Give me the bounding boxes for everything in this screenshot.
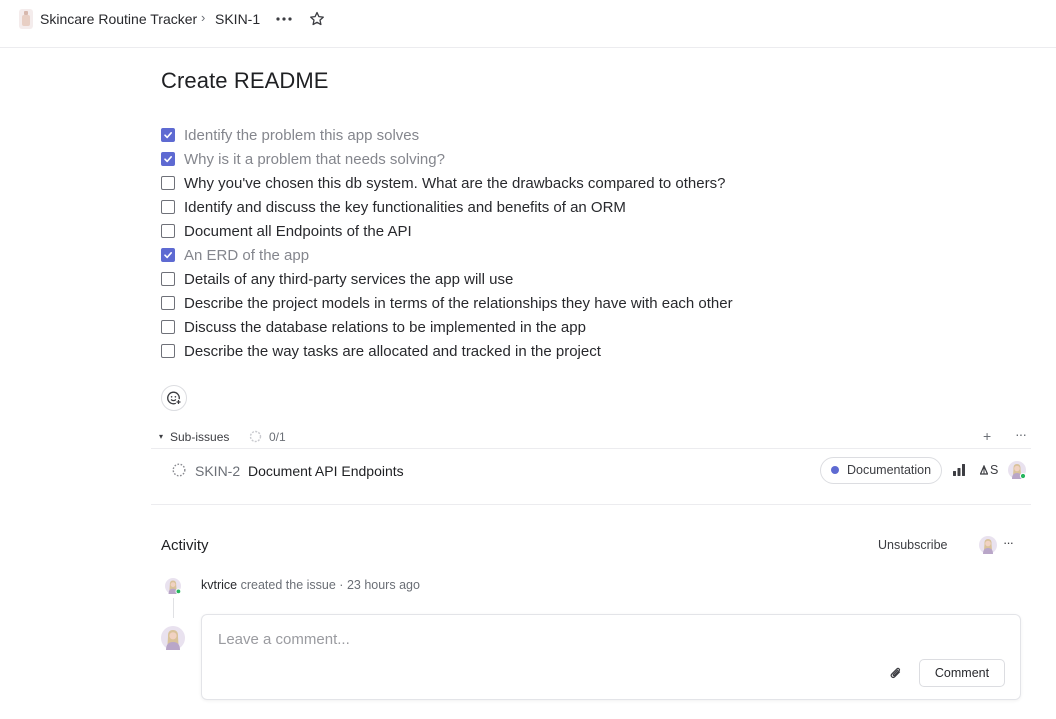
checklist-item: Identify the problem this app solves	[161, 123, 861, 147]
checklist-item-text[interactable]: Why you've chosen this db system. What a…	[184, 175, 725, 192]
checkmark-icon	[164, 132, 172, 139]
sub-issues-toggle[interactable]: ▾	[159, 432, 163, 441]
more-options-icon[interactable]	[274, 9, 294, 29]
checklist-item: Describe the project models in terms of …	[161, 291, 861, 315]
favorite-star-icon[interactable]	[308, 9, 326, 29]
activity-separator: ·	[339, 578, 344, 592]
checklist-item-text[interactable]: Details of any third-party services the …	[184, 271, 513, 288]
section-divider	[151, 504, 1031, 505]
activity-time: 23 hours ago	[346, 578, 420, 592]
timeline-connector	[173, 598, 174, 618]
sub-issues-more-button[interactable]: ···	[1015, 426, 1027, 442]
checkbox-checked[interactable]	[161, 248, 175, 262]
label-text: Documentation	[847, 463, 932, 477]
comment-submit-button[interactable]: Comment	[919, 659, 1005, 687]
checklist: Identify the problem this app solves Why …	[161, 123, 861, 363]
checkmark-icon	[164, 252, 172, 259]
priority-bars-icon[interactable]	[952, 463, 966, 477]
checkbox-unchecked[interactable]	[161, 224, 175, 238]
checklist-item: Identify and discuss the key functionali…	[161, 195, 861, 219]
checkbox-checked[interactable]	[161, 128, 175, 142]
estimate-value: S	[990, 463, 999, 477]
breadcrumb-issue-id[interactable]: SKIN-1	[215, 11, 260, 27]
progress-ring-icon	[249, 430, 262, 443]
checklist-item: Discuss the database relations to be imp…	[161, 315, 861, 339]
checklist-item: An ERD of the app	[161, 243, 861, 267]
checklist-item-text[interactable]: Describe the project models in terms of …	[184, 295, 733, 312]
checklist-item: Why you've chosen this db system. What a…	[161, 171, 861, 195]
checklist-item-text[interactable]: Describe the way tasks are allocated and…	[184, 343, 601, 360]
add-reaction-button[interactable]	[161, 385, 187, 411]
activity-user[interactable]: kvtrice	[201, 578, 237, 592]
attachment-paperclip-icon[interactable]	[888, 665, 904, 681]
estimate-badge[interactable]: S	[980, 463, 998, 477]
current-user-avatar	[161, 626, 185, 650]
estimate-triangle-icon	[980, 465, 988, 475]
checkbox-unchecked[interactable]	[161, 272, 175, 286]
project-bottle-icon	[19, 9, 33, 29]
checkbox-unchecked[interactable]	[161, 296, 175, 310]
activity-entry: kvtrice created the issue · 23 hours ago	[201, 578, 420, 592]
backlog-status-icon[interactable]	[172, 463, 186, 477]
activity-more-button[interactable]: ···	[1003, 535, 1014, 550]
checklist-item: Describe the way tasks are allocated and…	[161, 339, 861, 363]
comment-input[interactable]	[218, 631, 818, 648]
checklist-item-text[interactable]: Discuss the database relations to be imp…	[184, 319, 586, 336]
checkbox-unchecked[interactable]	[161, 320, 175, 334]
checklist-item: Why is it a problem that needs solving?	[161, 147, 861, 171]
checklist-item: Document all Endpoints of the API	[161, 219, 861, 243]
checklist-item: Details of any third-party services the …	[161, 267, 861, 291]
checklist-item-text[interactable]: Identify the problem this app solves	[184, 127, 419, 144]
sub-issues-header: ▾ Sub-issues 0/1 + ···	[151, 426, 1031, 449]
breadcrumb-project[interactable]: Skincare Routine Tracker	[40, 11, 197, 27]
sub-issue-title[interactable]: Document API Endpoints	[248, 463, 404, 479]
checklist-item-text[interactable]: Why is it a problem that needs solving?	[184, 151, 445, 168]
sub-issue-row[interactable]: SKIN-2 Document API Endpoints Documentat…	[151, 450, 1031, 490]
sub-issues-label[interactable]: Sub-issues	[170, 430, 229, 444]
add-sub-issue-button[interactable]: +	[983, 428, 991, 444]
activity-title: Activity	[161, 537, 209, 554]
subscriber-avatar[interactable]	[979, 536, 997, 554]
checkbox-unchecked[interactable]	[161, 200, 175, 214]
issue-title[interactable]: Create README	[161, 68, 329, 94]
assignee-avatar[interactable]	[1008, 461, 1026, 479]
emoji-add-icon	[167, 391, 182, 405]
breadcrumb-separator: ›	[201, 10, 206, 25]
label-badge[interactable]: Documentation	[820, 457, 943, 484]
comment-box: Comment	[201, 614, 1021, 700]
sub-issue-id: SKIN-2	[195, 463, 241, 479]
sub-issues-count: 0/1	[269, 430, 286, 444]
feed-user-avatar	[165, 578, 181, 594]
label-color-dot	[831, 466, 839, 474]
top-bar: Skincare Routine Tracker › SKIN-1	[0, 0, 1056, 48]
checklist-item-text[interactable]: Document all Endpoints of the API	[184, 223, 412, 240]
checkmark-icon	[164, 156, 172, 163]
activity-action: created the issue	[240, 578, 336, 592]
checkbox-unchecked[interactable]	[161, 176, 175, 190]
checklist-item-text[interactable]: An ERD of the app	[184, 247, 309, 264]
checkbox-checked[interactable]	[161, 152, 175, 166]
checkbox-unchecked[interactable]	[161, 344, 175, 358]
checklist-item-text[interactable]: Identify and discuss the key functionali…	[184, 199, 626, 216]
unsubscribe-button[interactable]: Unsubscribe	[878, 538, 947, 552]
